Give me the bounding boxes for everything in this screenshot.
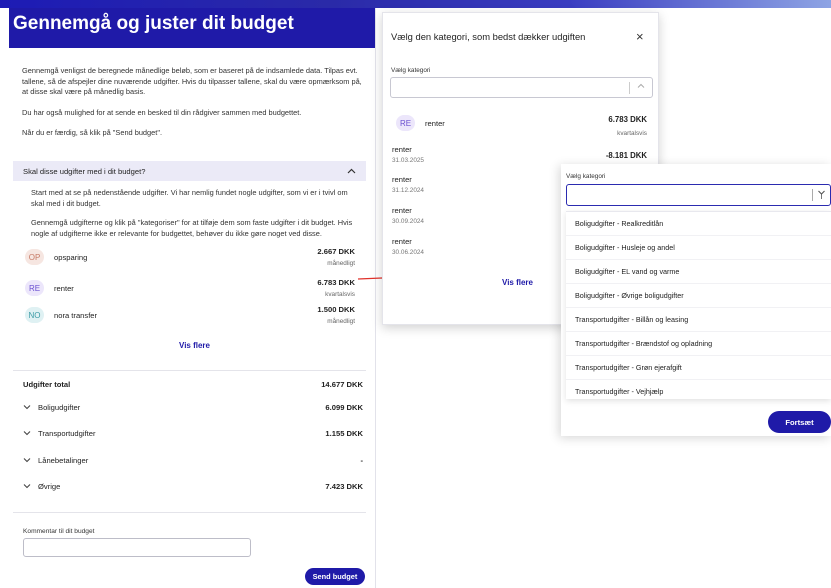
accordion-body: Start med at se på nedenstående udgifter… bbox=[31, 188, 361, 248]
category-select-open[interactable] bbox=[566, 184, 831, 206]
accordion-paragraph: Gennemgå udgifterne og klik på "kategori… bbox=[31, 218, 353, 238]
category-options-list[interactable]: Boligudgifter - Realkreditlån Boligudgif… bbox=[566, 211, 831, 399]
total-label: Udgifter total bbox=[23, 380, 71, 389]
chevron-up-icon[interactable] bbox=[347, 167, 356, 176]
budget-review-panel: Gennemgå og juster dit budget Gennemgå v… bbox=[9, 8, 376, 588]
accordion-title: Skal disse udgifter med i dit budget? bbox=[23, 166, 146, 176]
expense-name: nora transfer bbox=[54, 311, 98, 320]
expense-frequency: kvartalsvis bbox=[325, 291, 355, 298]
expense-item-nora-transfer[interactable]: NO nora transfer 1.500 DKK månedligt bbox=[25, 305, 358, 331]
accordion-header[interactable]: Skal disse udgifter med i dit budget? bbox=[13, 161, 366, 181]
category-label: Transportudgifter bbox=[38, 429, 96, 438]
chevron-down-icon[interactable] bbox=[817, 188, 826, 202]
expense-frequency: månedligt bbox=[327, 318, 355, 325]
total-amount: 14.677 DKK bbox=[321, 380, 363, 389]
expense-name: renter bbox=[425, 119, 445, 128]
intro-paragraph: Når du er færdig, så klik på "Send budge… bbox=[22, 128, 162, 137]
category-dropdown-panel: Vælg kategori Boligudgifter - Realkredit… bbox=[561, 164, 831, 436]
close-icon[interactable]: × bbox=[636, 29, 644, 44]
page-title: Gennemgå og juster dit budget bbox=[13, 13, 294, 34]
intro-text: Gennemgå venligst de beregnede månedlige… bbox=[22, 66, 367, 149]
category-amount: - bbox=[360, 456, 363, 465]
select-label: Vælg kategori bbox=[566, 173, 606, 180]
category-option[interactable]: Transportudgifter - Vejhjælp bbox=[566, 380, 831, 399]
category-amount: 6.099 DKK bbox=[325, 403, 363, 412]
divider bbox=[13, 512, 366, 513]
avatar: RE bbox=[25, 280, 44, 296]
expense-frequency: kvartalsvis bbox=[617, 130, 647, 137]
category-amount: 1.155 DKK bbox=[325, 429, 363, 438]
category-option[interactable]: Boligudgifter - EL vand og varme bbox=[566, 260, 831, 284]
avatar: RE bbox=[396, 115, 415, 131]
category-row-oevrige[interactable]: Øvrige 7.423 DKK bbox=[23, 482, 363, 494]
expense-frequency: månedligt bbox=[327, 260, 355, 267]
category-option[interactable]: Transportudgifter - Billån og leasing bbox=[566, 308, 831, 332]
category-option[interactable]: Transportudgifter - Brændstof og opladni… bbox=[566, 332, 831, 356]
chevron-down-icon bbox=[23, 456, 31, 465]
send-budget-button[interactable]: Send budget bbox=[305, 568, 365, 585]
expense-name: renter bbox=[54, 284, 74, 293]
expense-amount: 6.783 DKK bbox=[317, 278, 355, 287]
expense-item-renter[interactable]: RE renter 6.783 DKK kvartalsvis bbox=[25, 278, 358, 304]
category-option[interactable]: Transportudgifter - Grøn ejerafgift bbox=[566, 356, 831, 380]
comment-input[interactable] bbox=[23, 538, 251, 557]
category-option[interactable]: Boligudgifter - Realkreditlån bbox=[566, 212, 831, 236]
expense-amount: 6.783 DKK bbox=[608, 115, 647, 124]
chevron-down-icon bbox=[23, 482, 31, 491]
show-more-link[interactable]: Vis flere bbox=[502, 278, 533, 287]
intro-paragraph: Gennemgå venligst de beregnede månedlige… bbox=[22, 66, 362, 96]
category-amount: 7.423 DKK bbox=[325, 482, 363, 491]
expense-amount: 1.500 DKK bbox=[317, 305, 355, 314]
select-separator bbox=[812, 189, 813, 201]
accordion-paragraph: Start med at se på nedenstående udgifter… bbox=[31, 188, 348, 208]
chevron-down-icon bbox=[23, 429, 31, 438]
expense-name: opsparing bbox=[54, 253, 88, 262]
category-option[interactable]: Boligudgifter - Husleje og andel bbox=[566, 236, 831, 260]
category-row-laan[interactable]: Lånebetalinger - bbox=[23, 456, 363, 468]
divider bbox=[13, 370, 366, 371]
category-select[interactable] bbox=[390, 77, 653, 98]
intro-paragraph: Du har også mulighed for at sende en bes… bbox=[22, 107, 302, 117]
expense-item-opsparing[interactable]: OP opsparing 2.667 DKK månedligt bbox=[25, 247, 358, 273]
continue-button[interactable]: Fortsæt bbox=[768, 411, 831, 433]
transaction-row: renter 31.03.2025 -8.181 DKK bbox=[392, 145, 647, 164]
category-label: Øvrige bbox=[38, 482, 61, 491]
category-option[interactable]: Boligudgifter - Øvrige boligudgifter bbox=[566, 284, 831, 308]
expense-amount: 2.667 DKK bbox=[317, 247, 355, 256]
chevron-up-icon[interactable] bbox=[637, 82, 645, 91]
page-header: Gennemgå og juster dit budget bbox=[9, 8, 375, 48]
avatar: NO bbox=[25, 307, 44, 323]
select-separator bbox=[629, 82, 630, 94]
top-banner-accent bbox=[571, 0, 831, 8]
show-more-link[interactable]: Vis flere bbox=[179, 341, 210, 350]
category-label: Boligudgifter bbox=[38, 403, 81, 412]
avatar: OP bbox=[25, 249, 44, 265]
chevron-down-icon bbox=[23, 403, 31, 412]
transaction-amount: -8.181 DKK bbox=[605, 151, 647, 160]
category-row-bolig[interactable]: Boligudgifter 6.099 DKK bbox=[23, 403, 363, 415]
category-label: Lånebetalinger bbox=[38, 456, 89, 465]
modal-title: Vælg den kategori, som bedst dækker udgi… bbox=[391, 31, 586, 42]
select-label: Vælg kategori bbox=[391, 67, 431, 74]
comment-label: Kommentar til dit budget bbox=[23, 528, 95, 535]
category-row-transport[interactable]: Transportudgifter 1.155 DKK bbox=[23, 429, 363, 441]
